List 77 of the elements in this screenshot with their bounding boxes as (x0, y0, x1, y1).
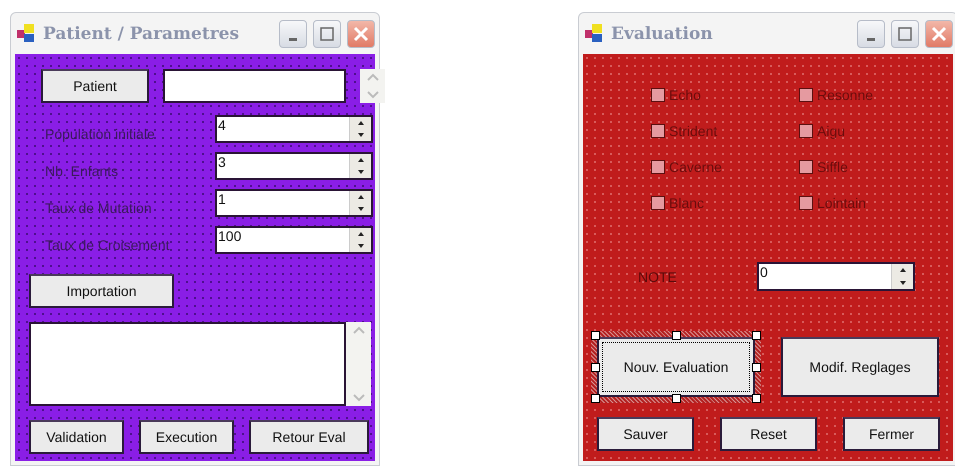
window-title: Evaluation (611, 24, 714, 44)
app-icon (17, 24, 37, 44)
checkbox[interactable] (651, 196, 665, 210)
close-icon (931, 26, 947, 42)
spin-buttons[interactable] (349, 154, 371, 178)
resize-handle[interactable] (672, 331, 680, 340)
resize-handle[interactable] (591, 331, 600, 340)
checkbox-label: Resonne (817, 87, 874, 103)
close-button[interactable] (925, 20, 953, 48)
parameter-label: Taux de Mutation (45, 199, 153, 216)
checkbox-label: Aigu (817, 123, 846, 139)
down-arrow-icon[interactable] (358, 133, 364, 137)
spin-buttons[interactable] (891, 264, 913, 289)
note-label: NOTE (638, 268, 678, 284)
checkbox-label: Caverne (669, 159, 722, 175)
minimize-icon (289, 38, 297, 41)
resize-handle[interactable] (752, 331, 761, 340)
checkbox[interactable] (799, 88, 813, 102)
action-button[interactable]: Sauver (597, 417, 694, 451)
checkbox-label: Blanc (669, 195, 704, 211)
maximize-button[interactable] (313, 20, 341, 48)
down-arrow-icon[interactable] (358, 170, 364, 174)
maximize-icon (898, 26, 912, 40)
up-arrow-icon[interactable] (358, 121, 364, 125)
checkbox-label: Siffle (817, 159, 848, 175)
spin-buttons[interactable] (349, 228, 371, 252)
down-arrow-icon[interactable] (358, 207, 364, 211)
minimize-button[interactable] (857, 20, 885, 48)
patient-button[interactable]: Patient (41, 69, 149, 103)
action-button[interactable]: Fermer (843, 417, 940, 451)
up-arrow-icon[interactable] (900, 268, 906, 272)
up-arrow-icon[interactable] (358, 232, 364, 236)
checkbox[interactable] (651, 88, 665, 102)
large-button[interactable]: Modif. Reglages (781, 337, 939, 397)
spin-buttons[interactable] (349, 191, 371, 215)
checkbox[interactable] (799, 124, 813, 138)
up-arrow-icon[interactable] (358, 195, 364, 199)
spin-buttons[interactable] (349, 117, 371, 141)
maximize-button[interactable] (891, 20, 919, 48)
parameter-label: Taux de Croisement (45, 236, 171, 253)
import-button[interactable]: Importation (29, 274, 174, 308)
number-field[interactable]: 100 (215, 226, 373, 254)
parameter-label: Nb. Enfants (45, 162, 120, 179)
window-title: Patient / Parametres (43, 24, 240, 44)
number-field[interactable]: 4 (215, 115, 373, 143)
resize-handle[interactable] (672, 394, 680, 403)
checkbox-label: Strident (669, 123, 718, 139)
checkbox[interactable] (651, 124, 665, 138)
action-button[interactable]: Retour Eval (249, 420, 369, 454)
resize-handle[interactable] (752, 394, 761, 403)
maximize-icon (320, 26, 334, 40)
down-arrow-icon[interactable] (358, 244, 364, 248)
minimize-button[interactable] (279, 20, 307, 48)
action-button[interactable]: Execution (139, 420, 234, 454)
number-field[interactable]: 3 (215, 152, 373, 180)
checkbox[interactable] (799, 196, 813, 210)
parameter-label: Population initiale (45, 125, 156, 142)
number-field[interactable]: 1 (215, 189, 373, 217)
up-arrow-icon[interactable] (358, 158, 364, 162)
large-button[interactable]: Nouv. Evaluation (597, 337, 755, 397)
action-button[interactable]: Validation (29, 420, 124, 454)
minimize-icon (867, 38, 875, 41)
action-button[interactable]: Reset (720, 417, 817, 451)
text-area[interactable] (29, 322, 346, 406)
resize-handle[interactable] (591, 362, 600, 372)
patient-field[interactable] (163, 69, 346, 103)
app-icon (585, 24, 605, 44)
down-arrow-icon[interactable] (900, 280, 906, 285)
resize-handle[interactable] (752, 362, 761, 372)
close-icon (353, 26, 369, 42)
checkbox-label: Echo (669, 87, 701, 103)
checkbox[interactable] (799, 160, 813, 174)
close-button[interactable] (347, 20, 375, 48)
checkbox[interactable] (651, 160, 665, 174)
checkbox-label: Lointain (817, 195, 866, 211)
resize-handle[interactable] (591, 394, 600, 403)
note-field[interactable]: 0 (757, 262, 915, 291)
